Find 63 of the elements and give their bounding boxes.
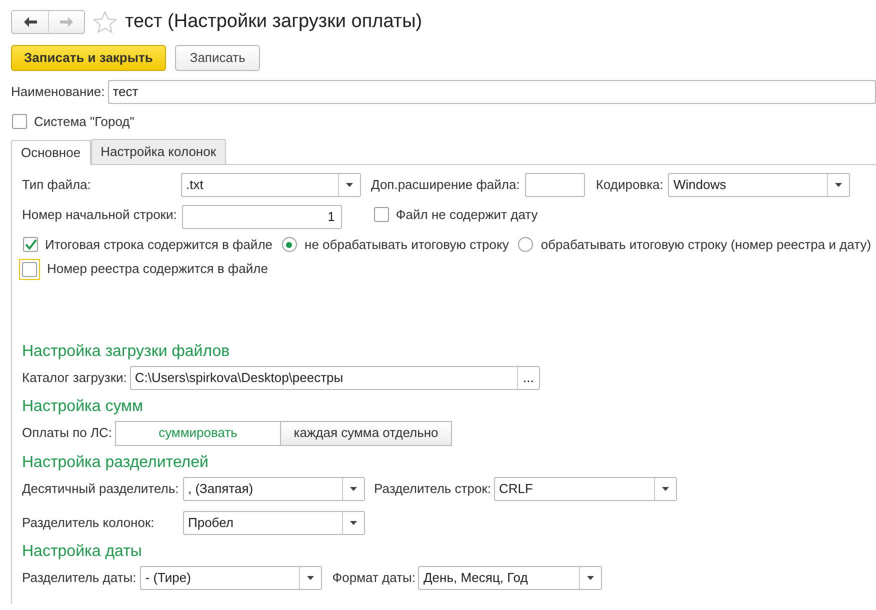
field-label: Номер начальной строки: [22,206,177,224]
dropdown-button[interactable] [342,478,364,500]
radio-label: обрабатывать итоговую строку (номер реестра и дату) [540,236,872,254]
save-button[interactable]: Записать [174,44,260,70]
dropdown-button[interactable] [579,566,602,588]
section-heading: Настройка сумм [22,396,144,416]
checkbox[interactable] [374,207,389,222]
checkbox-label: Итоговая строка содержится в файле [45,236,273,254]
checkbox-label: Система "Город" [34,112,134,131]
radio-button[interactable] [518,237,533,252]
save-and-close-button[interactable]: Записать и закрыть [11,44,166,70]
dropdown-field[interactable]: День, Месяц, Год [418,566,602,590]
toggle-option[interactable]: суммировать [115,420,282,446]
dropdown-field[interactable]: , (Запятая) [183,476,365,500]
tab[interactable]: Настройка колонок [90,139,226,164]
field-label: Разделитель колонок: [22,514,156,532]
dropdown-button[interactable] [654,478,676,500]
favorite-star-icon[interactable] [93,10,117,34]
input-field[interactable]: 1 [182,205,342,229]
caret-icon [835,183,842,187]
field-label: Разделитель строк: [374,480,492,498]
dropdown-button[interactable] [299,566,322,588]
field-label: Доп.расширение файла: [371,176,520,194]
dropdown-field[interactable]: .txt [181,173,361,197]
checkbox-label: Файл не содержит дату [396,206,538,224]
dropdown-field[interactable]: Windows [668,173,850,197]
field-label: Кодировка: [596,176,664,194]
input-field[interactable] [524,173,585,197]
toggle-option[interactable]: каждая сумма отдельно [281,420,452,446]
field-label: Наименование: [11,82,105,101]
dropdown-field[interactable]: Пробел [183,510,365,534]
caret-icon [307,576,314,580]
input-field[interactable]: тест [108,80,876,104]
caret-icon [350,486,357,490]
forward-arrow-icon [60,17,73,28]
dropdown-field[interactable]: - (Тире) [140,566,322,590]
caret-icon [346,183,353,187]
checkbox[interactable] [23,237,38,252]
caret-icon [662,486,670,490]
field-label: Тип файла: [22,176,92,194]
caret-icon [587,576,594,580]
browse-button[interactable]: ... [516,366,539,388]
back-arrow-icon [24,17,36,28]
field-label: Формат даты: [332,568,416,587]
checkbox-label: Номер реестра содержится в файле [47,260,268,278]
checkbox[interactable] [12,114,27,129]
field-label: Оплаты по ЛС: [22,424,112,442]
field-label: Разделитель даты: [22,568,136,587]
dropdown-field[interactable]: CRLF [494,476,678,500]
dropdown-button[interactable] [338,174,360,196]
field-label: Десятичный разделитель: [22,480,180,498]
section-heading: Настройка даты [22,542,143,562]
input-field[interactable]: C:\Users\spirkova\Desktop\реестры ... [130,366,540,390]
radio-button[interactable] [282,237,297,252]
section-heading: Настройка загрузки файлов [22,342,231,362]
section-heading: Настройка разделителей [22,452,210,472]
dropdown-button[interactable] [342,512,364,534]
field-label: Каталог загрузки: [22,368,127,387]
radio-label: не обрабатывать итоговую строку [304,236,509,254]
dropdown-button[interactable] [827,174,850,196]
tab[interactable]: Основное [11,140,91,165]
window-title: тест (Настройки загрузки оплаты) [125,10,422,34]
caret-icon [350,520,357,524]
